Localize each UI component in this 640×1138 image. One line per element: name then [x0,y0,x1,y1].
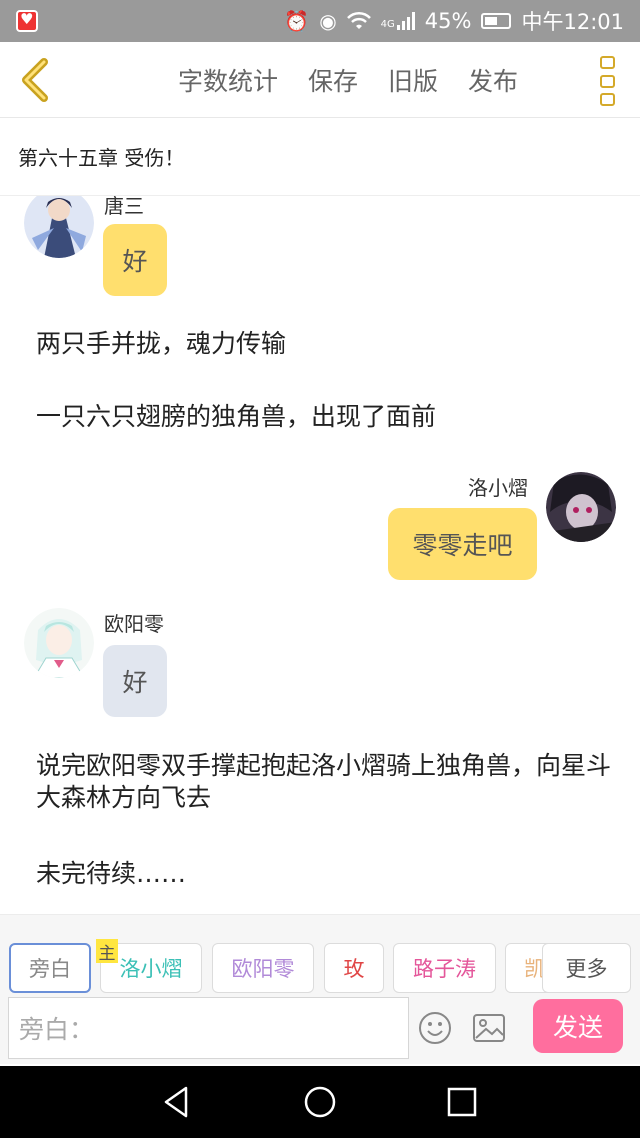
message-input[interactable]: 旁白： [8,997,409,1059]
input-placeholder: 旁白： [19,1015,95,1044]
speaker-name: 唐三 [104,196,144,218]
eye-comfort-icon: ◉ [319,9,337,33]
avatar[interactable] [24,608,94,678]
app-notification-icon [16,10,38,32]
narration-text[interactable]: 一只六只翅膀的独角兽，出现了面前 [36,401,616,433]
narration-text[interactable]: 未完待续…… [36,858,616,890]
emoji-icon[interactable] [418,1011,452,1045]
character-label: 洛小熠 [119,957,183,981]
save-button[interactable]: 保存 [308,62,358,98]
publish-button[interactable]: 发布 [468,62,518,98]
story-content: 唐三 好 两只手并拢，魂力传输 一只六只翅膀的独角兽，出现了面前 洛小熠 零零走… [0,196,640,914]
avatar[interactable] [546,472,616,542]
message-bubble[interactable]: 好 [103,224,167,296]
character-label: 旁白 [29,957,71,981]
editor-toolbar: 字数统计 保存 旧版 发布 [0,42,640,118]
system-nav-bar [0,1066,640,1138]
image-icon[interactable] [472,1012,506,1044]
character-button-narrator[interactable]: 旁白 [9,943,91,993]
nav-recents-icon[interactable] [444,1084,480,1120]
chapter-title[interactable]: 第六十五章 受伤！ [0,118,640,196]
battery-percent: 45% [424,9,472,33]
message-bubble[interactable]: 好 [103,645,167,717]
more-menu-icon[interactable] [600,56,616,106]
main-character-badge: 主 [96,939,118,964]
avatar[interactable] [24,196,94,258]
word-count-button[interactable]: 字数统计 [178,62,278,98]
old-version-button[interactable]: 旧版 [388,62,438,98]
character-input-bar: 旁白 洛小熠 主 欧阳零 玫 路子涛 凯 更多 旁白： 发送 [0,914,640,1064]
toolbar-actions: 字数统计 保存 旧版 发布 [178,42,518,118]
status-icons: ⏰ ◉ 4G 45% 中午12:01 [284,0,624,42]
speaker-name: 洛小熠 [468,476,528,500]
more-characters-button[interactable]: 更多 [542,943,631,993]
character-label: 玫 [343,957,365,981]
signal-icon [396,12,415,30]
wifi-icon [346,11,371,29]
alarm-icon: ⏰ [284,9,310,33]
message-bubble[interactable]: 零零走吧 [388,508,537,580]
speaker-name: 欧阳零 [104,612,164,636]
clock: 中午12:01 [521,10,624,34]
character-button[interactable]: 欧阳零 [212,943,314,993]
narration-text[interactable]: 两只手并拢，魂力传输 [36,328,616,360]
send-button[interactable]: 发送 [533,999,623,1053]
nav-back-icon[interactable] [160,1084,196,1120]
network-type: 4G [380,19,395,30]
nav-home-icon[interactable] [302,1084,338,1120]
character-label: 欧阳零 [231,957,295,981]
narration-text[interactable]: 说完欧阳零双手撑起抱起洛小熠骑上独角兽，向星斗大森林方向飞去 [36,750,616,814]
battery-icon [481,13,512,29]
character-button[interactable]: 玫 [324,943,384,993]
back-arrow-icon[interactable] [12,54,62,106]
status-bar: ⏰ ◉ 4G 45% 中午12:01 [0,0,640,42]
character-label: 路子涛 [413,957,476,981]
character-button[interactable]: 路子涛 [393,943,496,993]
more-label: 更多 [565,957,608,981]
